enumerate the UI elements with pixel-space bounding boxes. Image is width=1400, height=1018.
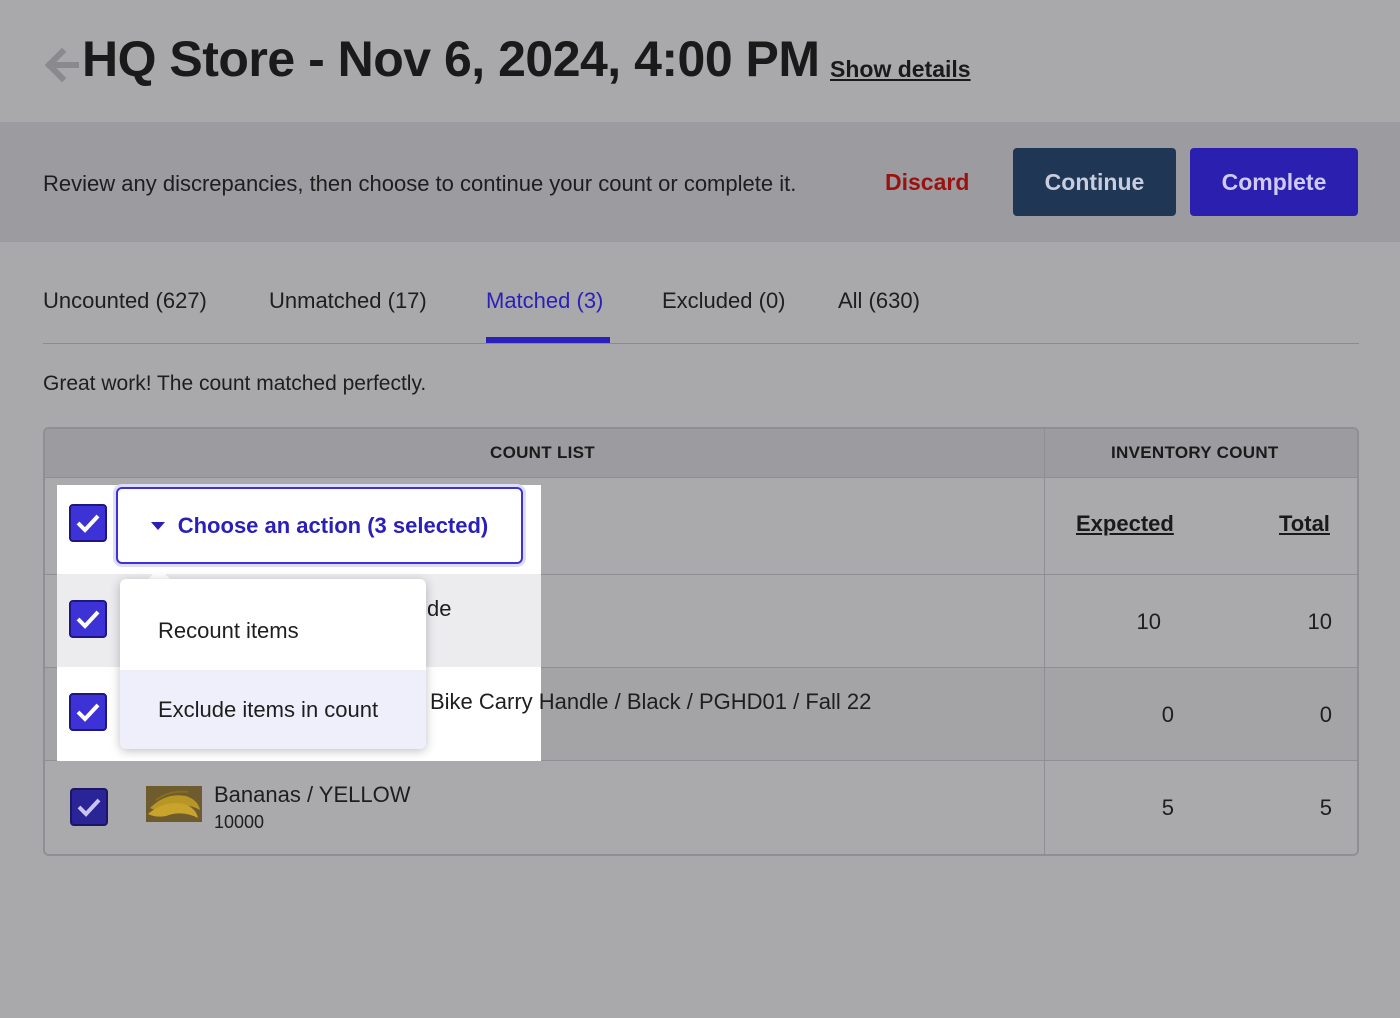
review-banner: Review any discrepancies, then choose to…: [0, 122, 1400, 242]
match-message: Great work! The count matched perfectly.: [43, 372, 427, 395]
page-title: HQ Store - Nov 6, 2024, 4:00 PM: [82, 31, 820, 87]
arrow-left-icon[interactable]: [42, 44, 80, 86]
column-header-total[interactable]: Total: [1279, 511, 1330, 537]
checkmark-icon: [76, 514, 100, 533]
choose-action-dropdown[interactable]: Choose an action (3 selected): [116, 487, 523, 564]
row-checkbox[interactable]: [69, 693, 107, 731]
column-header-count-list: COUNT LIST: [490, 443, 595, 462]
column-header-expected[interactable]: Expected: [1076, 511, 1174, 537]
expected-value: 0: [1161, 702, 1174, 727]
discard-button[interactable]: Discard: [885, 169, 969, 196]
tab-unmatched[interactable]: Unmatched (17): [269, 288, 427, 314]
active-tab-indicator: [486, 337, 610, 343]
total-value: 10: [1307, 609, 1332, 634]
total-value: 5: [1319, 795, 1332, 820]
row-checkbox[interactable]: [70, 788, 108, 826]
column-header-inventory-count: INVENTORY COUNT: [1111, 443, 1279, 462]
column-divider: [1044, 429, 1045, 854]
complete-button[interactable]: Complete: [1190, 148, 1358, 216]
checkmark-icon: [76, 610, 100, 629]
item-sku: 10000: [214, 812, 265, 832]
item-name: Bike Carry Handle / Black / PGHD01 / Fal…: [430, 689, 872, 714]
select-all-checkbox[interactable]: [69, 504, 107, 542]
tab-all[interactable]: All (630): [838, 288, 920, 314]
tab-bar: Uncounted (627) Unmatched (17) Matched (…: [43, 286, 1359, 344]
caret-down-icon: [150, 521, 165, 530]
item-name-fragment: de: [427, 596, 452, 621]
choose-action-label: Choose an action (3 selected): [177, 512, 489, 538]
menu-item-recount[interactable]: Recount items: [120, 591, 426, 670]
checkmark-icon: [76, 703, 100, 722]
action-menu: Recount items Exclude items in count: [120, 579, 426, 749]
product-thumbnail: [146, 786, 202, 822]
expected-value: 10: [1136, 609, 1161, 634]
total-value: 0: [1319, 702, 1332, 727]
banner-message: Review any discrepancies, then choose to…: [43, 171, 797, 196]
expected-value: 5: [1161, 795, 1174, 820]
show-details-link[interactable]: Show details: [830, 56, 971, 83]
menu-item-exclude[interactable]: Exclude items in count: [120, 670, 426, 749]
checkmark-icon: [77, 798, 101, 817]
continue-button[interactable]: Continue: [1013, 148, 1176, 216]
tab-matched[interactable]: Matched (3): [486, 288, 603, 314]
tab-excluded[interactable]: Excluded (0): [662, 288, 786, 314]
item-name: Bananas / YELLOW: [214, 782, 411, 807]
bananas-image: [146, 786, 202, 822]
table-row: Bananas / YELLOW 10000 5 5: [45, 761, 1357, 854]
page-header: HQ Store - Nov 6, 2024, 4:00 PM Show det…: [0, 0, 1400, 122]
table-header: COUNT LIST INVENTORY COUNT: [45, 429, 1357, 478]
row-checkbox[interactable]: [69, 600, 107, 638]
tab-uncounted[interactable]: Uncounted (627): [43, 288, 207, 314]
